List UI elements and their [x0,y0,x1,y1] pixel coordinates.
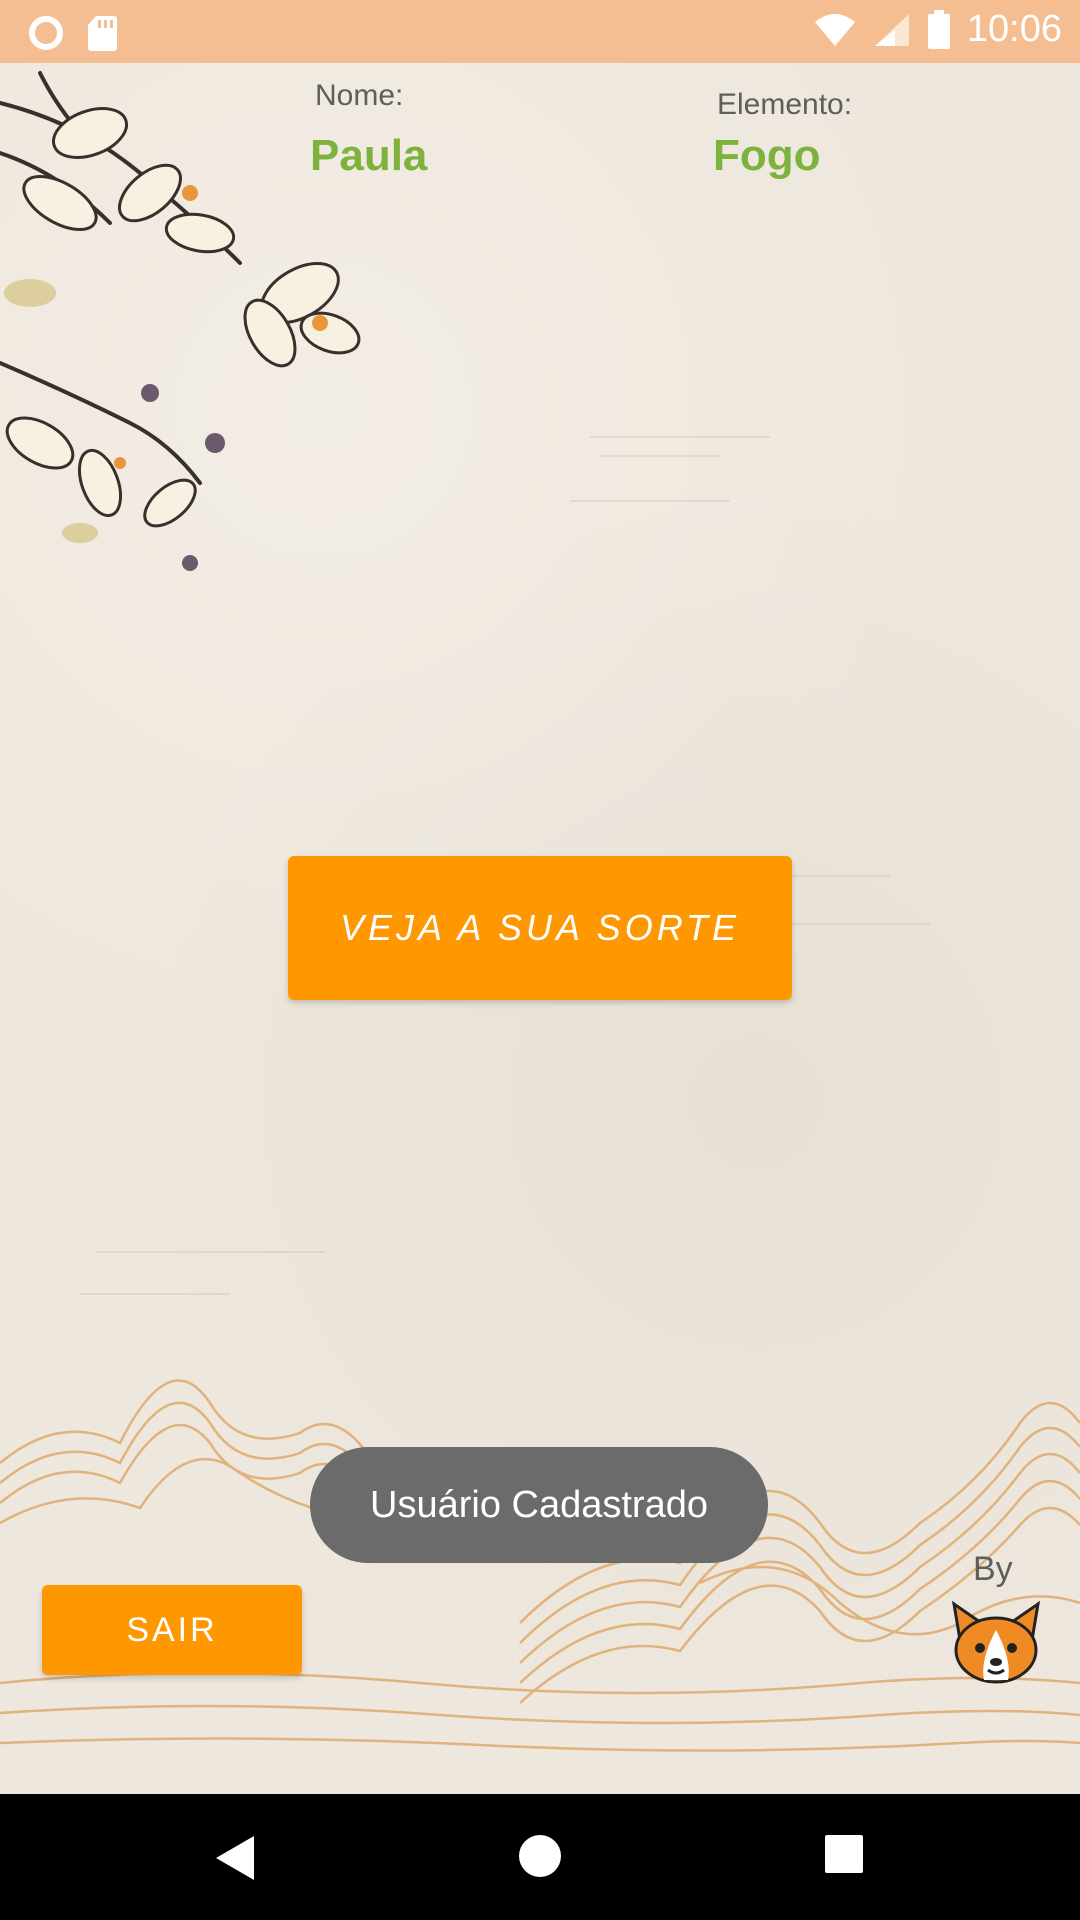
status-time: 10:06 [966,8,1062,50]
by-label: By [973,1550,1013,1588]
name-label: Nome: [315,79,404,112]
exit-button[interactable]: SAIR [42,1585,302,1675]
fortune-button-label: VEJA A SUA SORTE [339,907,741,948]
name-value: Paula [310,131,428,180]
home-icon[interactable] [518,1834,562,1878]
element-label: Elemento: [717,88,853,121]
main-screen: Nome: Paula Elemento: Fogo VEJA A SUA SO… [0,63,1080,1794]
toast-text: Usuário Cadastrado [370,1483,708,1526]
recents-icon[interactable] [824,1834,864,1874]
toast-message: Usuário Cadastrado [310,1447,768,1563]
sd-card-icon [88,16,117,51]
corgi-logo-icon [951,1600,1041,1684]
wifi-icon [814,13,855,46]
navigation-bar [0,1794,1080,1920]
element-value: Fogo [713,131,821,180]
battery-icon [927,9,950,49]
circle-icon [29,16,63,50]
exit-button-label: SAIR [126,1610,218,1649]
fortune-button[interactable]: VEJA A SUA SORTE [288,856,792,1000]
signal-icon [874,13,909,46]
back-icon[interactable] [212,1834,258,1882]
status-bar: 10:06 [0,0,1080,63]
